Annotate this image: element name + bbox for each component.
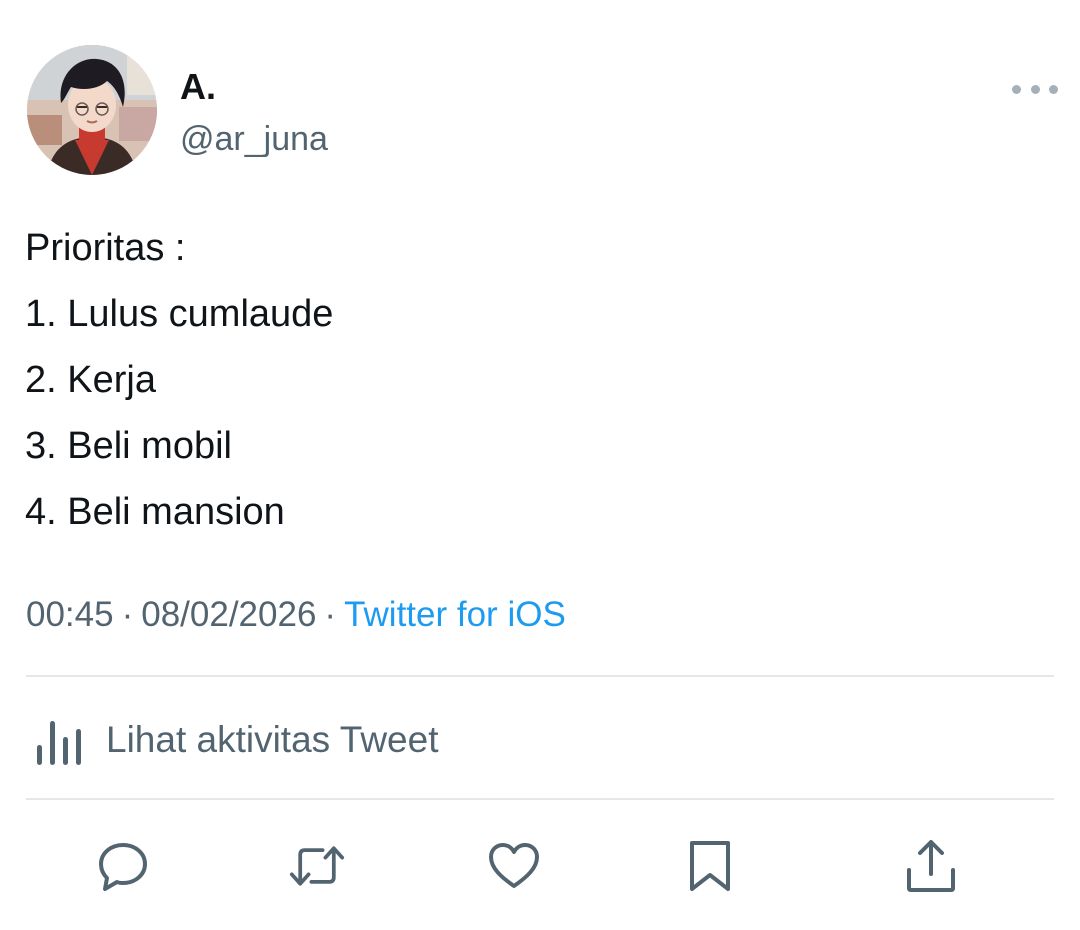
display-name[interactable]: A.	[180, 66, 216, 108]
more-dot	[1012, 84, 1021, 94]
tweet-date[interactable]: 08/02/2026	[141, 595, 316, 634]
reply-icon	[99, 843, 147, 891]
tweet-text: Prioritas : 1. Lulus cumlaude 2. Kerja 3…	[25, 215, 333, 545]
avatar[interactable]	[27, 45, 157, 175]
more-dot	[1049, 84, 1058, 94]
divider	[26, 798, 1054, 800]
tweet-meta: 00:45 · 08/02/2026 · Twitter for iOS	[26, 592, 566, 638]
share-icon	[907, 840, 955, 892]
share-button[interactable]	[903, 838, 959, 894]
avatar-image	[27, 45, 157, 175]
tweet-line: 3. Beli mobil	[25, 425, 232, 467]
bookmark-button[interactable]	[682, 838, 738, 894]
tweet: A. @ar_juna Prioritas : 1. Lulus cumlaud…	[0, 0, 1080, 930]
more-options-icon[interactable]	[1012, 78, 1058, 100]
meta-separator: ·	[121, 595, 134, 634]
bar-chart-icon	[37, 721, 81, 765]
like-button[interactable]	[486, 838, 542, 894]
tweet-line: 1. Lulus cumlaude	[25, 293, 334, 335]
retweet-button[interactable]	[289, 838, 345, 894]
tweet-line: 4. Beli mansion	[25, 491, 285, 533]
bookmark-icon	[690, 841, 730, 891]
view-activity-label: Lihat aktivitas Tweet	[106, 719, 439, 760]
tweet-line: 2. Kerja	[25, 359, 156, 401]
tweet-line: Prioritas :	[25, 227, 186, 269]
like-icon	[489, 843, 539, 888]
reply-button[interactable]	[95, 838, 151, 894]
tweet-time[interactable]: 00:45	[26, 595, 114, 634]
handle[interactable]: @ar_juna	[180, 118, 328, 160]
tweet-source-link[interactable]: Twitter for iOS	[344, 595, 566, 634]
more-dot	[1030, 84, 1040, 94]
retweet-icon	[289, 846, 345, 886]
view-activity-button[interactable]: Lihat aktivitas Tweet	[36, 712, 439, 768]
divider	[26, 675, 1054, 677]
meta-separator: ·	[324, 595, 337, 634]
